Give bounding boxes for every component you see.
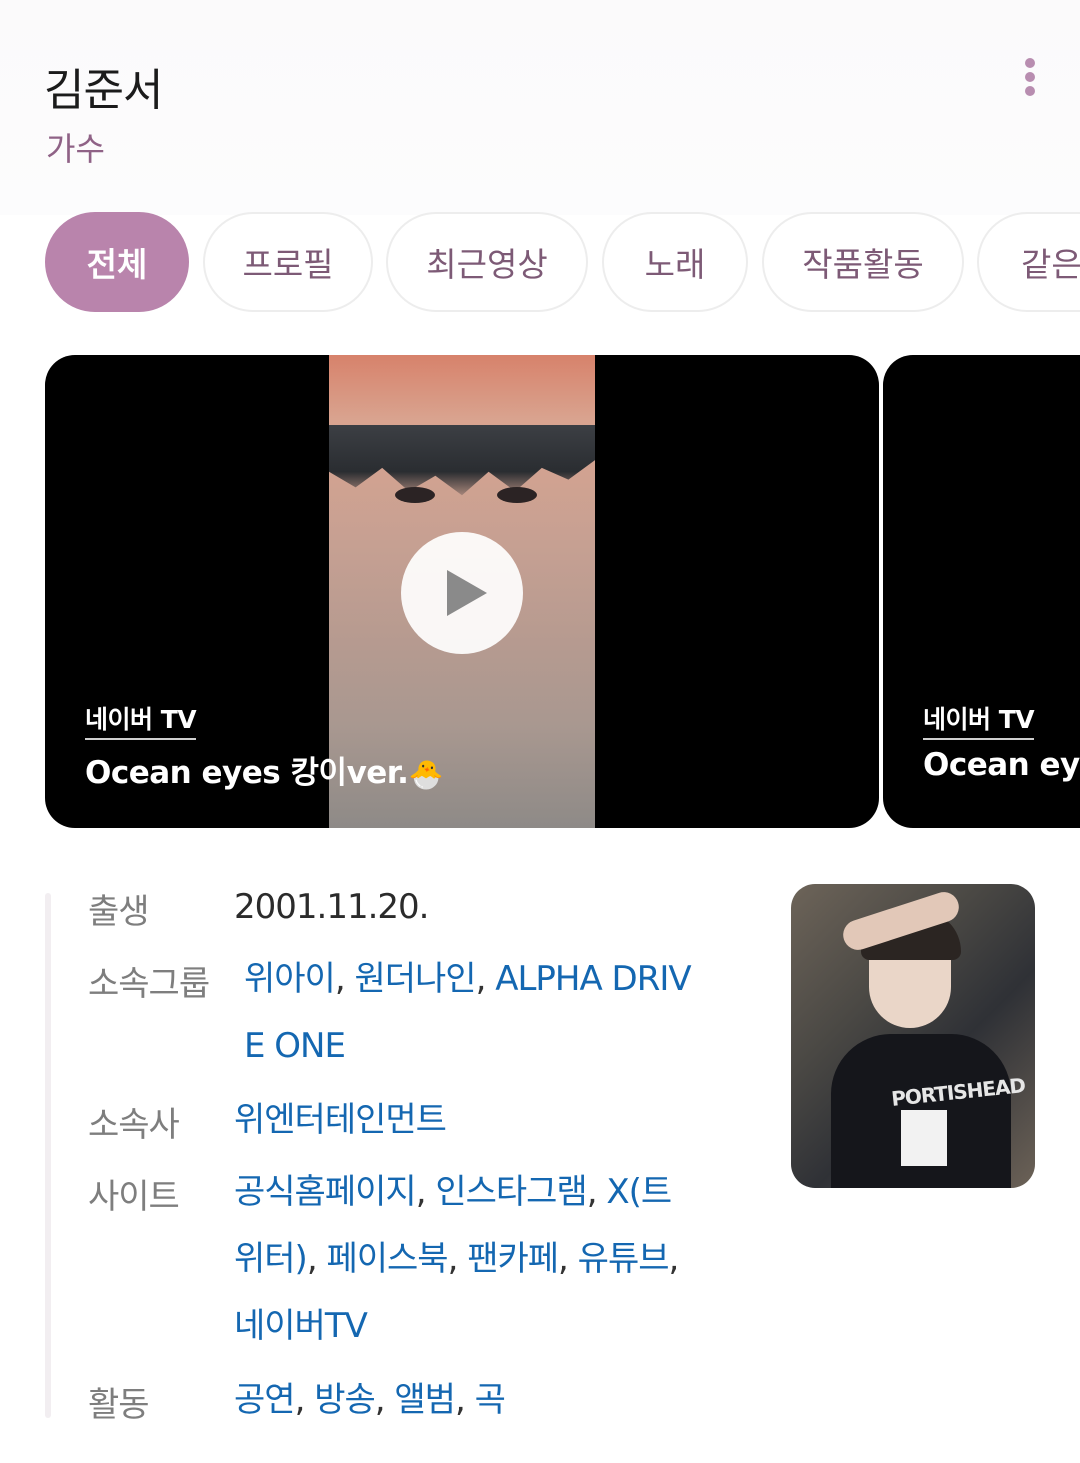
- dot: [1025, 72, 1035, 82]
- person-name: 김준서: [44, 65, 163, 116]
- photo-shirt-graphic: [901, 1110, 947, 1166]
- activity-label: 활동: [88, 1385, 150, 1425]
- site-link[interactable]: 페이스북: [326, 1239, 448, 1279]
- agency-link[interactable]: 위엔터테인먼트: [234, 1100, 447, 1140]
- group-link[interactable]: 위아이: [244, 959, 336, 999]
- tab-same-group[interactable]: 같은: [977, 212, 1080, 312]
- birth-label: 출생: [88, 892, 150, 932]
- video-card[interactable]: 네이버 TV Ocean eyes 캉이ver.🐣: [45, 355, 879, 828]
- video-source-label: 네이버 TV: [923, 700, 1035, 740]
- site-link[interactable]: 네이버TV: [234, 1306, 368, 1346]
- info-accent-bar: [45, 893, 51, 1418]
- agency-label: 소속사: [88, 1105, 180, 1145]
- activity-link[interactable]: 곡: [475, 1380, 506, 1420]
- video-title[interactable]: Ocean eye: [923, 747, 1080, 783]
- site-label: 사이트: [88, 1177, 180, 1217]
- site-link[interactable]: X(트: [606, 1172, 672, 1212]
- group-link[interactable]: E ONE: [244, 1026, 346, 1066]
- site-link[interactable]: 위터): [234, 1239, 308, 1279]
- play-icon[interactable]: [401, 532, 523, 654]
- tab-profile[interactable]: 프로필: [203, 212, 373, 312]
- activity-link[interactable]: 방송: [314, 1380, 376, 1420]
- hatching-chick-icon: 🐣: [408, 758, 443, 791]
- thumbnail-hair: [329, 425, 595, 496]
- tab-works[interactable]: 작품활동: [762, 212, 964, 312]
- search-result-page: 김준서 가수 전체 프로필 최근영상 노래 작품활동 같은 네이버 TV Oce…: [0, 0, 1080, 1463]
- thumbnail-eye: [497, 487, 537, 503]
- video-card[interactable]: 네이버 TV Ocean eye: [883, 355, 1080, 828]
- group-value: 위아이, 원더나인, ALPHA DRIV E ONE: [244, 959, 692, 1066]
- video-title-text: Ocean eyes 캉이ver.: [85, 755, 409, 791]
- dot: [1025, 58, 1035, 68]
- group-link[interactable]: 원더나인: [354, 959, 476, 999]
- agency-value: 위엔터테인먼트: [234, 1087, 447, 1154]
- play-triangle: [447, 570, 487, 616]
- category-tabs: 전체 프로필 최근영상 노래 작품활동 같은: [0, 212, 1080, 312]
- dot: [1025, 86, 1035, 96]
- profile-header: 김준서 가수: [0, 0, 1080, 215]
- group-label: 소속그룹: [88, 964, 210, 1004]
- site-value: 공식홈페이지, 인스타그램, X(트 위터), 페이스북, 팬카페, 유튜브, 네이…: [234, 1172, 679, 1346]
- more-options-icon[interactable]: [1012, 54, 1048, 100]
- person-occupation: 가수: [46, 130, 105, 168]
- birth-value: 2001.11.20.: [234, 887, 429, 927]
- video-source-label: 네이버 TV: [85, 700, 197, 740]
- site-link[interactable]: 공식홈페이지: [234, 1172, 417, 1212]
- tab-recent-videos[interactable]: 최근영상: [386, 212, 588, 312]
- group-link[interactable]: ALPHA DRIV: [495, 959, 691, 999]
- thumbnail-eye: [395, 487, 435, 503]
- video-title[interactable]: Ocean eyes 캉이ver.🐣: [85, 747, 443, 792]
- site-link[interactable]: 유튜브: [578, 1239, 670, 1279]
- activity-value: 공연, 방송, 앨범, 곡: [234, 1380, 506, 1420]
- activity-link[interactable]: 공연: [234, 1380, 296, 1420]
- profile-photo[interactable]: PORTISHEAD: [791, 884, 1035, 1188]
- site-link[interactable]: 팬카페: [467, 1239, 559, 1279]
- tab-songs[interactable]: 노래: [602, 212, 748, 312]
- tab-all[interactable]: 전체: [45, 212, 189, 312]
- activity-link[interactable]: 앨범: [394, 1380, 456, 1420]
- site-link[interactable]: 인스타그램: [435, 1172, 587, 1212]
